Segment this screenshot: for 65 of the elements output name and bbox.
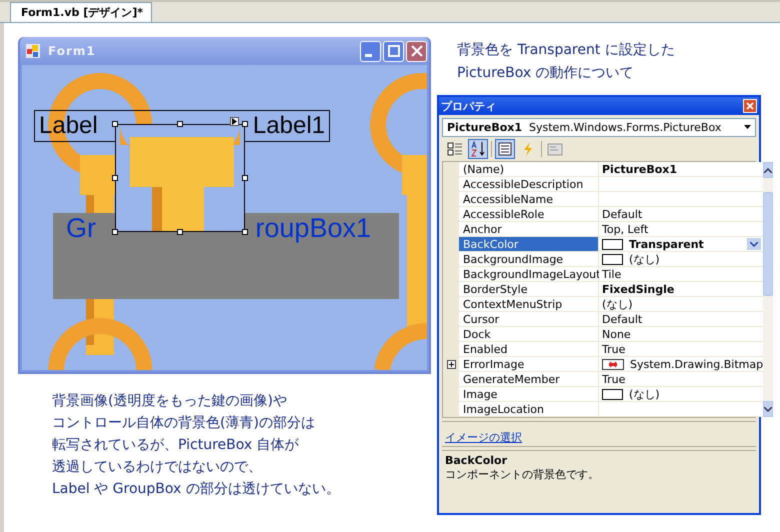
help-title: BackColor	[445, 454, 508, 467]
property-name[interactable]: AccessibleDescription	[459, 177, 599, 192]
property-name[interactable]: ImageLocation	[459, 402, 599, 417]
close-icon	[746, 102, 754, 110]
property-name[interactable]: BackgroundImage	[459, 252, 599, 267]
scroll-down-button[interactable]	[763, 401, 774, 417]
property-name[interactable]: BackColor	[459, 237, 599, 252]
sort-icon	[470, 141, 486, 157]
minimize-icon	[365, 54, 372, 56]
property-name[interactable]: ErrorImage	[459, 357, 599, 372]
property-value: True	[602, 372, 626, 386]
property-name[interactable]: BorderStyle	[459, 282, 599, 297]
property-value: Tile	[602, 267, 622, 281]
property-name[interactable]: Enabled	[459, 342, 599, 357]
properties-button[interactable]	[495, 139, 515, 159]
property-name[interactable]: AccessibleRole	[459, 207, 599, 222]
pages-icon	[547, 141, 563, 157]
list-icon	[497, 141, 513, 157]
scrollbar[interactable]	[763, 162, 774, 417]
dropdown-icon	[744, 125, 751, 129]
property-value: Default	[602, 207, 642, 221]
property-value: None	[602, 327, 631, 341]
chevron-icon	[764, 406, 772, 412]
property-value: System.Drawing.Bitmap	[630, 357, 764, 371]
close-icon	[410, 45, 422, 57]
property-name[interactable]: (Name)	[459, 162, 599, 177]
chevron-icon	[750, 242, 758, 246]
maximize-button[interactable]	[383, 40, 404, 62]
expand-icon[interactable]	[446, 360, 456, 369]
choose-image-link[interactable]: イメージの選択	[445, 431, 522, 444]
property-name[interactable]: GenerateMember	[459, 372, 599, 387]
alphabetical-button[interactable]	[468, 139, 488, 159]
close-button[interactable]	[406, 40, 427, 62]
property-value: PictureBox1	[602, 162, 678, 176]
property-name[interactable]: ContextMenuStrip	[459, 297, 599, 312]
property-value: Transparent	[629, 237, 704, 251]
maximize-icon	[388, 45, 400, 57]
property-value: (なし)	[602, 297, 633, 311]
property-value: (なし)	[629, 387, 660, 401]
scroll-up-button[interactable]	[763, 162, 774, 178]
close-button[interactable]	[743, 99, 757, 113]
panel-title: プロパティ	[441, 98, 496, 114]
property-name[interactable]: Cursor	[459, 312, 599, 327]
property-name[interactable]: Dock	[459, 327, 599, 342]
property-name[interactable]: BackgroundImageLayout	[459, 267, 599, 282]
document-tab[interactable]: Form1.vb [デザイン]*	[10, 2, 152, 22]
property-value: True	[602, 342, 626, 356]
dropdown-button[interactable]	[747, 238, 762, 250]
help-description: コンポーネントの背景色です。	[445, 467, 600, 482]
property-value: Default	[602, 312, 642, 326]
object-selector[interactable]: PictureBox1 System.Windows.Forms.PictureBox	[442, 118, 756, 137]
property-value: Top, Left	[602, 222, 648, 236]
property-name[interactable]: AccessibleName	[459, 192, 599, 207]
property-name[interactable]: Anchor	[459, 222, 599, 237]
caption-text: 背景色を Transparent に設定した PictureBox の動作について	[457, 41, 676, 83]
chevron-icon	[764, 168, 772, 172]
property-value: FixedSingle	[602, 282, 674, 296]
form-icon	[26, 44, 40, 58]
property-name[interactable]: Image	[459, 387, 599, 402]
property-value: (なし)	[629, 252, 660, 266]
explanation-text: 背景画像(透明度をもった鍵の画像)や コントロール自体の背景色(薄青)の部分は 転写されているが、PictureBox 自体が 透過しているわけではないので、 Label や GroupBox の部分は透けていない。	[52, 392, 341, 499]
minimize-button[interactable]	[360, 40, 381, 62]
window-title: Form1	[48, 44, 96, 58]
categorized-icon	[447, 141, 463, 157]
scroll-thumb[interactable]	[763, 192, 774, 296]
